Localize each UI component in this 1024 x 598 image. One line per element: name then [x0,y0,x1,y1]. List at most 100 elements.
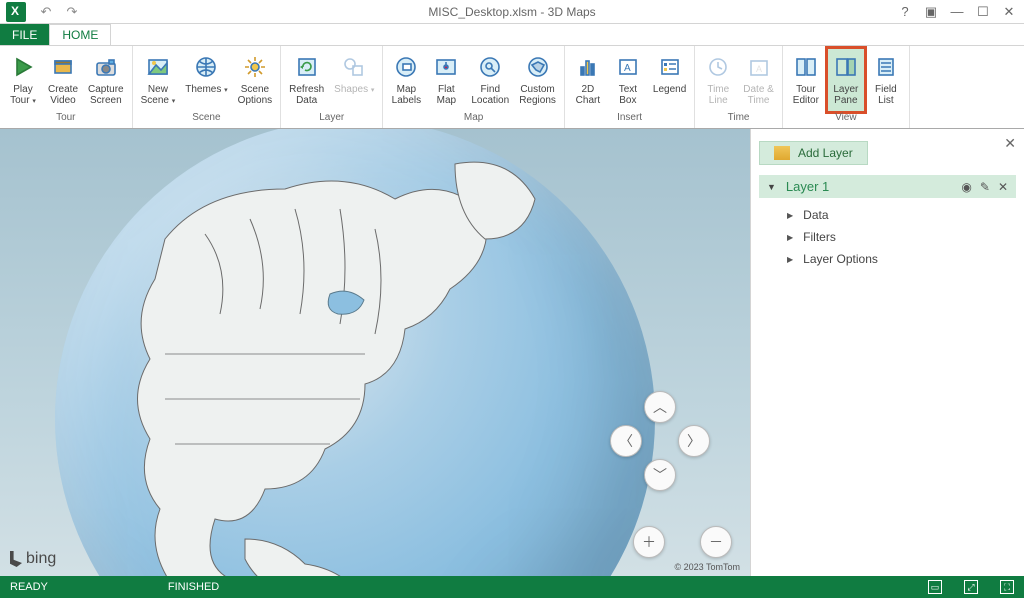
ribbon-group-label: Insert [569,112,690,126]
rotate-left-button[interactable]: 〈 [610,425,642,457]
map-attribution: © 2023 TomTom [675,562,741,572]
ribbon-button-label: NewScene ▾ [141,84,176,107]
layer-pane: ✕ Add Layer ▼ Layer 1 ◉ ✎ ✕ ▶ Data ▶ Fil… [750,129,1024,576]
quick-access-toolbar: ↶ ↷ [38,4,80,20]
layer-header[interactable]: ▼ Layer 1 ◉ ✎ ✕ [759,175,1016,198]
ribbon-button-label: SceneOptions [238,84,272,106]
options-button[interactable]: ▣ [924,5,938,19]
layer-section-label: Layer Options [803,252,878,266]
ribbon-button-label: TourEditor [793,84,819,106]
ribbon-flat-map-button[interactable]: FlatMap [427,48,465,112]
layer-delete-icon[interactable]: ✕ [998,180,1008,194]
maximize-button[interactable]: ☐ [976,5,990,19]
dropdown-icon: ▾ [172,98,176,105]
ribbon-date-time-button: A Date &Time [739,48,778,112]
ribbon-button-label: PlayTour ▾ [10,84,36,107]
status-view-controls: ▭ ⤢ ⛶ [928,580,1014,594]
ribbon-group-label: Map [387,112,560,126]
layer-rename-icon[interactable]: ✎ [980,180,990,194]
clock-icon [703,52,733,82]
ribbon-group-label: Layer [285,112,378,126]
ribbon-button-label: Date &Time [743,84,774,106]
add-layer-button[interactable]: Add Layer [759,141,868,165]
svg-text:A: A [756,64,762,74]
layer-visibility-icon[interactable]: ◉ [961,180,971,194]
redo-button[interactable]: ↷ [64,4,80,20]
zoom-out-button[interactable]: － [700,526,732,558]
ribbon-field-list-button[interactable]: FieldList [867,48,905,112]
ribbon-create-video-button[interactable]: CreateVideo [44,48,82,112]
find-icon [475,52,505,82]
view-mode-2-button[interactable]: ⤢ [964,580,978,594]
scene-icon [143,52,173,82]
tab-home[interactable]: HOME [49,24,111,45]
ribbon-button-label: Shapes ▾ [334,84,374,96]
flatmap-icon [431,52,461,82]
ribbon-group-scene: NewScene ▾Themes ▾ SceneOptions Scene [133,46,282,128]
regions-icon [523,52,553,82]
ribbon-group-label: Tour [4,112,128,126]
dropdown-icon: ▾ [224,87,228,94]
refresh-icon [292,52,322,82]
ribbon-legend-button[interactable]: Legend [649,48,690,112]
layer-section-filters[interactable]: ▶ Filters [759,226,1016,248]
excel-icon [6,2,26,22]
view-mode-3-button[interactable]: ⛶ [1000,580,1014,594]
chart-icon [573,52,603,82]
ribbon-map-labels-button[interactable]: MapLabels [387,48,425,112]
ribbon-scene-options-button[interactable]: SceneOptions [234,48,276,112]
ribbon-capture-screen-button[interactable]: CaptureScreen [84,48,128,112]
ribbon-button-label: TimeLine [707,84,729,106]
expand-icon: ▶ [787,211,793,220]
tab-file[interactable]: FILE [0,24,49,45]
ribbon-layer-pane-button[interactable]: LayerPane [827,48,865,112]
zoom-in-button[interactable]: ＋ [633,526,665,558]
layer-section-data[interactable]: ▶ Data [759,204,1016,226]
ribbon-text-box-button[interactable]: A TextBox [609,48,647,112]
shapes-icon [339,52,369,82]
tilt-down-button[interactable]: ﹀ [644,459,676,491]
ribbon-group-insert: 2DChartA TextBox Legend Insert [565,46,695,128]
undo-button[interactable]: ↶ [38,4,54,20]
bing-logo: bing [10,550,56,568]
textbox-icon: A [613,52,643,82]
ribbon-new-scene-button[interactable]: NewScene ▾ [137,48,180,112]
layer-collapse-icon[interactable]: ▼ [767,182,776,192]
help-button[interactable]: ? [898,5,912,19]
gear-icon [240,52,270,82]
labels-icon [391,52,421,82]
layer-name: Layer 1 [786,179,961,194]
globe [55,129,655,576]
layer-section-options[interactable]: ▶ Layer Options [759,248,1016,270]
map-canvas[interactable]: ︿ ﹀ 〈 〉 ＋ － bing © 2023 TomTom [0,129,750,576]
ribbon-find-location-button[interactable]: FindLocation [467,48,513,112]
rotate-right-button[interactable]: 〉 [678,425,710,457]
ribbon-button-label: Legend [653,84,686,95]
minimize-button[interactable]: — [950,5,964,19]
ribbon-custom-regions-button[interactable]: CustomRegions [515,48,560,112]
fieldlist-icon [871,52,901,82]
map-provider-label: bing [26,550,56,568]
ribbon-button-label: TextBox [619,84,637,106]
ribbon-2d-chart-button[interactable]: 2DChart [569,48,607,112]
legend-icon [655,52,685,82]
ribbon: PlayTour ▾ CreateVideo CaptureScreen Tour Ne… [0,46,1024,129]
status-bar: READY FINISHED ▭ ⤢ ⛶ [0,576,1024,598]
ribbon-group-view: TourEditorLayerPaneFieldListView [783,46,910,128]
ribbon-button-label: CaptureScreen [88,84,124,106]
tilt-up-button[interactable]: ︿ [644,391,676,423]
window-controls: ? ▣ — ☐ ✕ [898,5,1024,19]
ribbon-play-tour-button[interactable]: PlayTour ▾ [4,48,42,112]
view-mode-1-button[interactable]: ▭ [928,580,942,594]
window-title: MISC_Desktop.xlsm - 3D Maps [428,5,595,19]
ribbon-button-label: FlatMap [437,84,456,106]
ribbon-tour-editor-button[interactable]: TourEditor [787,48,825,112]
ribbon-refresh-data-button[interactable]: RefreshData [285,48,328,112]
close-button[interactable]: ✕ [1002,5,1016,19]
ribbon-group-map: MapLabels FlatMap FindLocationCustomRegion… [383,46,565,128]
ribbon-group-label: Scene [137,112,277,126]
camera-icon [91,52,121,82]
play-icon [8,52,38,82]
layer-pane-close-button[interactable]: ✕ [1004,135,1016,152]
ribbon-themes-button[interactable]: Themes ▾ [181,48,231,112]
